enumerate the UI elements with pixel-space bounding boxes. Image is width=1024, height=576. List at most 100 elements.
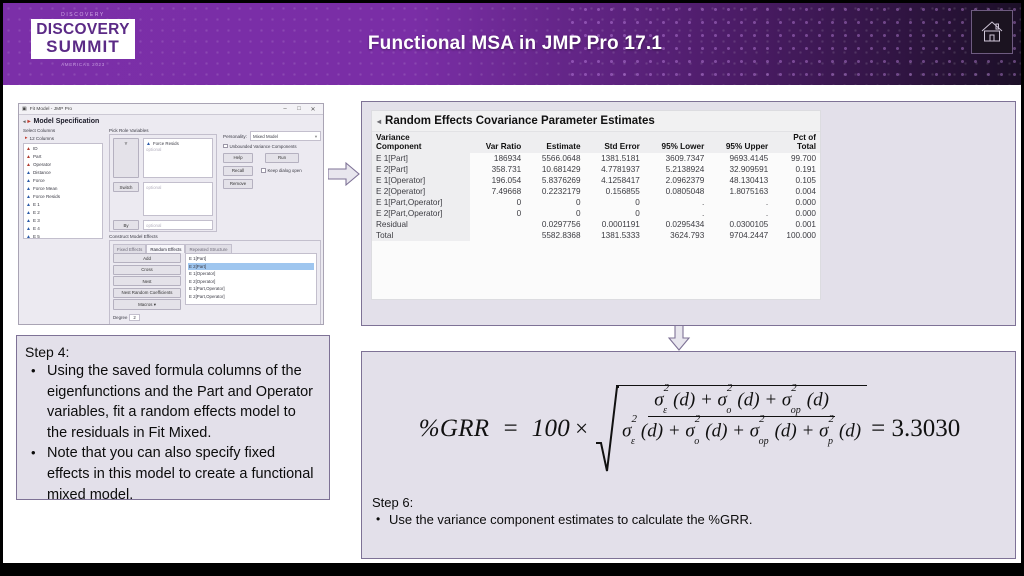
list-item[interactable]: ▲ E 1	[26, 201, 100, 209]
col-variance-component: Variance Component	[372, 132, 470, 153]
unbounded-variance-checkbox[interactable]	[223, 143, 228, 149]
cell-var-ratio: 7.49668	[491, 187, 522, 196]
step-6-title: Step 6:	[372, 495, 414, 510]
cell-std-error: 0	[635, 209, 640, 218]
red-triangle-icon-columns[interactable]: ▸	[25, 135, 28, 141]
column-name: E 4	[32, 226, 40, 231]
list-item[interactable]: ▲ Distance	[26, 169, 100, 177]
by-button[interactable]: By	[113, 220, 139, 230]
nest-effect-button[interactable]: Nest	[113, 276, 181, 286]
cell-std-error: 0	[635, 198, 640, 207]
close-button[interactable]: ✕	[306, 106, 320, 113]
disclosure-triangle-icon[interactable]: ◂	[377, 117, 381, 126]
cross-effect-button[interactable]: Cross	[113, 264, 181, 275]
cell-estimate: 5566.0648	[541, 154, 581, 163]
keep-dialog-open-checkbox[interactable]	[261, 168, 266, 173]
table-row: Residual 0.0297756 0.0001191 0.0295434 0…	[372, 219, 820, 230]
unbounded-variance-checkbox-row[interactable]: Unbounded Variance Components	[223, 144, 321, 149]
list-item[interactable]: ▲ Force Mean	[26, 185, 100, 193]
macros-button[interactable]: Macros ▾	[113, 299, 181, 310]
home-button[interactable]	[971, 10, 1013, 54]
columns-count-row[interactable]: ▸ 12 Columns	[23, 134, 103, 142]
list-item[interactable]: E 1[Part,Operator]	[188, 285, 314, 293]
disclosure-triangle-icon[interactable]: ◂	[23, 119, 26, 125]
y-role-value: Force Resids	[152, 141, 179, 146]
list-item[interactable]: E 1[Operator]	[188, 270, 314, 278]
col-line1: Variance	[376, 133, 410, 142]
cell-pct: 0.000	[795, 209, 817, 218]
keep-dialog-open-row[interactable]: Keep dialog open	[261, 168, 302, 173]
red-triangle-icon[interactable]: ▸	[28, 118, 31, 125]
table-row: E 2[Part] 358.731 10.681429 4.7781937 5.…	[372, 164, 820, 175]
list-item[interactable]: ▲ Operator	[26, 161, 100, 169]
card-header: ◂ Random Effects Covariance Parameter Es…	[372, 111, 820, 132]
table-panel: ◂ Random Effects Covariance Parameter Es…	[361, 101, 1016, 326]
construct-model-effects-panel: Fixed Effects Random Effects Repeated St…	[109, 240, 321, 324]
list-item[interactable]: E 1[Part]	[188, 255, 314, 263]
weight-field[interactable]: optional	[143, 182, 213, 216]
list-item[interactable]: E 2[Operator]	[188, 278, 314, 286]
nest-random-coefficients-button[interactable]: Nest Random Coefficients	[113, 287, 181, 298]
list-item-selected[interactable]: E 2[Part]	[188, 262, 314, 270]
degree-input[interactable]: 2	[129, 313, 140, 321]
logo-line2: SUMMIT	[46, 37, 120, 56]
cell-component: Total	[372, 230, 470, 241]
cell-component: E 1[Part]	[372, 153, 470, 164]
minimize-button[interactable]: –	[278, 106, 292, 112]
run-button[interactable]: Run	[265, 152, 299, 163]
tab-random-effects[interactable]: Random Effects	[146, 244, 186, 253]
cell-upper: .	[765, 198, 769, 207]
tab-fixed-effects[interactable]: Fixed Effects	[113, 244, 147, 253]
list-item[interactable]: ▲ E 5	[26, 233, 100, 238]
random-effects-list[interactable]: E 1[Part] E 2[Part] E 1[Operator] E 2[Op…	[185, 253, 317, 305]
jmp-fit-model-window[interactable]: ▣ Fit Model - JMP Pro – □ ✕ ◂ ▸ Model Sp…	[18, 103, 324, 325]
step-4-bullets: Using the saved formula columns of the e…	[25, 361, 319, 505]
cell-estimate: 0	[575, 209, 581, 218]
continuous-icon: ▲	[26, 226, 31, 232]
remove-button[interactable]: Remove	[223, 178, 253, 189]
switch-button[interactable]: Switch	[113, 182, 139, 192]
cell-lower: 5.2138924	[665, 165, 705, 174]
table-body: E 1[Part] 186934 5566.0648 1381.5181 360…	[372, 153, 820, 241]
tab-repeated-structure[interactable]: Repeated Structure	[185, 244, 232, 253]
sigma-o-sq: σ2o(d)	[717, 382, 760, 417]
step-4-title: Step 4:	[25, 344, 70, 360]
help-button[interactable]: Help	[223, 152, 253, 163]
list-item[interactable]: ▲ Force	[26, 177, 100, 185]
list-item[interactable]: ▲ ID	[26, 145, 100, 153]
list-item[interactable]: E 2[Part,Operator]	[188, 293, 314, 301]
cell-upper: 9693.4145	[729, 154, 769, 163]
recall-button[interactable]: Recall	[223, 165, 253, 176]
y-role-button[interactable]: Y	[113, 138, 139, 178]
nominal-icon: ▲	[26, 146, 31, 152]
list-item[interactable]: ▲ Part	[26, 153, 100, 161]
logo-pretext: DISCOVERY	[61, 12, 105, 18]
col-line2: 95% Upper	[725, 142, 769, 151]
column-list[interactable]: ▲ ID ▲ Part ▲ Operator ▲ Distance ▲ Force ▲ Fo…	[23, 143, 103, 239]
table-header-row: Variance Component Var Ratio Estimate St…	[372, 132, 820, 153]
cell-std-error: 4.7781937	[601, 165, 640, 174]
cell-upper: .	[765, 209, 769, 218]
cell-upper: 0.0300105	[729, 220, 769, 229]
continuous-icon: ▲	[26, 218, 31, 224]
cell-estimate: 0.0297756	[541, 220, 581, 229]
personality-dropdown[interactable]: Mixed Model ▼	[250, 131, 321, 141]
col-pct-of-total: Pct of Total	[772, 132, 820, 153]
construct-model-effects-label: Construct Model Effects	[109, 234, 161, 239]
list-item[interactable]: ▲ E 4	[26, 225, 100, 233]
add-effect-button[interactable]: Add	[113, 253, 181, 263]
col-line2: Component	[376, 142, 422, 151]
col-line2: Estimate	[546, 142, 581, 151]
unbounded-variance-label: Unbounded Variance Components	[229, 143, 297, 149]
list-item[interactable]: ▲ E 2	[26, 209, 100, 217]
list-item[interactable]: ▲ Force Resids	[26, 193, 100, 201]
column-name: Force Resids	[32, 194, 61, 199]
columns-count-label: 12 Columns	[29, 135, 55, 141]
cell-lower: .	[702, 198, 705, 207]
col-line2: Total	[797, 142, 816, 151]
maximize-button[interactable]: □	[292, 106, 306, 112]
by-field[interactable]: optional	[143, 220, 213, 230]
y-role-field[interactable]: ▲ Force Resids optional	[143, 138, 213, 178]
logo-box: DISCOVERY SUMMIT	[31, 19, 135, 59]
list-item[interactable]: ▲ E 3	[26, 217, 100, 225]
